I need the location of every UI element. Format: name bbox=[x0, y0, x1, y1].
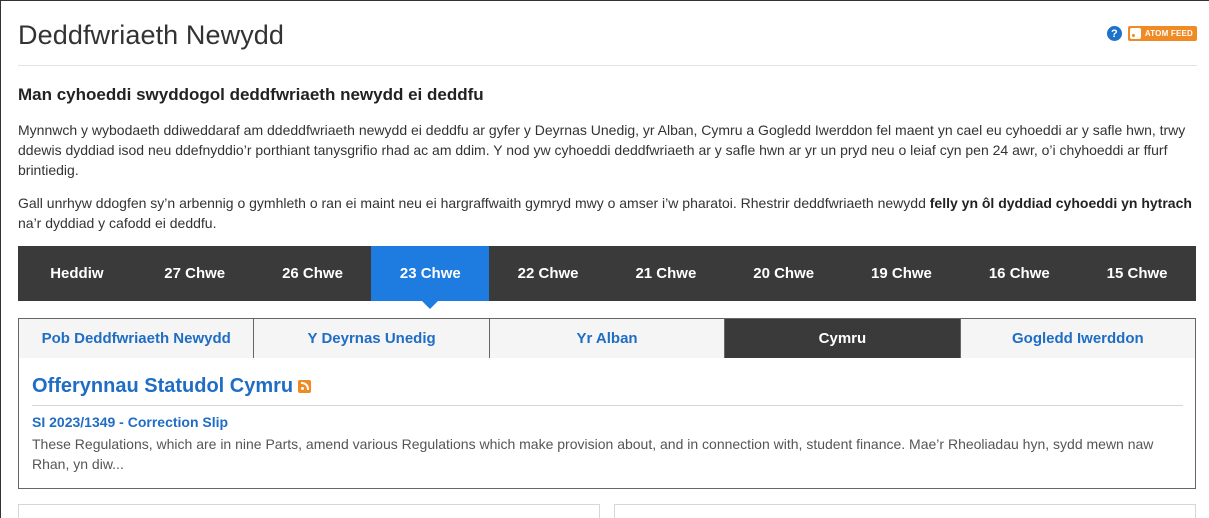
section-title: Offerynnau Statudol Cymru bbox=[32, 375, 312, 398]
atom-feed-button[interactable]: ATOM FEED bbox=[1127, 26, 1197, 41]
tab-northern-ireland[interactable]: Gogledd Iwerddon bbox=[960, 319, 1196, 358]
note-text-start: Gall unrhyw ddogfen sy’n arbennig o gymh… bbox=[18, 195, 930, 211]
rss-feed-icon[interactable] bbox=[298, 380, 312, 393]
date-tab-26-chwe[interactable]: 26 Chwe bbox=[254, 246, 372, 301]
note-text-bold: felly yn ôl dyddiad cyhoeddi yn hytrach bbox=[929, 195, 1192, 211]
date-navigation: Heddiw 27 Chwe 26 Chwe 23 Chwe 22 Chwe 2… bbox=[18, 246, 1196, 309]
lower-panel-left bbox=[18, 504, 600, 518]
date-tab-22-chwe[interactable]: 22 Chwe bbox=[489, 246, 607, 301]
date-tab-19-chwe[interactable]: 19 Chwe bbox=[843, 246, 961, 301]
section-title-text[interactable]: Offerynnau Statudol Cymru bbox=[32, 375, 293, 398]
date-tab-23-chwe[interactable]: 23 Chwe bbox=[371, 246, 490, 309]
atom-feed-label: ATOM FEED bbox=[1144, 29, 1193, 38]
date-tab-20-chwe[interactable]: 20 Chwe bbox=[725, 246, 843, 301]
date-tab-27-chwe[interactable]: 27 Chwe bbox=[136, 246, 254, 301]
intro-paragraph: Mynnwch y wybodaeth ddiweddaraf am ddedd… bbox=[18, 122, 1186, 178]
intro-paragraph-note: Gall unrhyw ddogfen sy’n arbennig o gymh… bbox=[18, 193, 1200, 233]
legislation-item-description: These Regulations, which are in nine Par… bbox=[32, 436, 1154, 472]
help-icon[interactable]: ? bbox=[1106, 26, 1122, 41]
date-tab-heddiw[interactable]: Heddiw bbox=[18, 246, 136, 301]
header-divider bbox=[18, 65, 1197, 66]
intro-heading: Man cyhoeddi swyddogol deddfwriaeth newy… bbox=[18, 85, 484, 104]
date-tab-21-chwe[interactable]: 21 Chwe bbox=[607, 246, 725, 301]
tab-united-kingdom[interactable]: Y Deyrnas Unedig bbox=[254, 319, 490, 358]
date-tab-15-chwe[interactable]: 15 Chwe bbox=[1078, 246, 1196, 301]
rss-icon bbox=[1129, 28, 1141, 39]
results-panel: Offerynnau Statudol Cymru SI 2023/1349 -… bbox=[18, 358, 1196, 489]
section-divider bbox=[32, 405, 1183, 406]
jurisdiction-tabs: Pob Deddfwriaeth Newydd Y Deyrnas Unedig… bbox=[18, 318, 1196, 359]
page-title: Deddfwriaeth Newydd bbox=[18, 20, 285, 50]
header-tools: ? ATOM FEED bbox=[1106, 26, 1197, 41]
tab-all-new-legislation[interactable]: Pob Deddfwriaeth Newydd bbox=[19, 319, 255, 358]
lower-panel-right bbox=[614, 504, 1196, 518]
tab-scotland[interactable]: Yr Alban bbox=[489, 319, 726, 358]
date-tab-16-chwe[interactable]: 16 Chwe bbox=[960, 246, 1078, 301]
tab-wales[interactable]: Cymru bbox=[725, 319, 961, 358]
legislation-item-link[interactable]: SI 2023/1349 - Correction Slip bbox=[32, 414, 228, 430]
note-text-end: na’r dyddiad y cafodd ei deddfu. bbox=[18, 215, 217, 231]
